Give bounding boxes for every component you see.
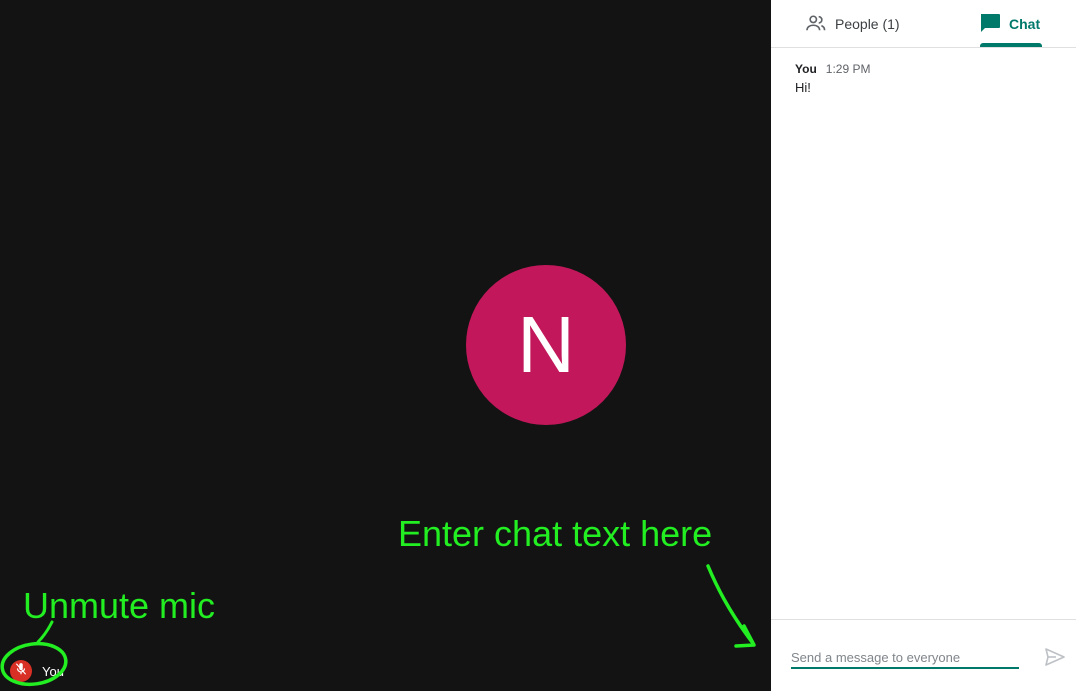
tab-chat-label: Chat <box>1009 16 1041 32</box>
chat-hint-annotation: Enter chat text here <box>398 513 713 554</box>
message-time: 1:29 PM <box>825 62 871 76</box>
tab-people[interactable]: People (1) <box>805 0 900 48</box>
tab-chat[interactable]: Chat <box>979 0 1040 48</box>
active-tab-indicator <box>980 43 1042 47</box>
panel-tabs: People (1) Chat <box>771 0 1076 48</box>
people-icon <box>805 14 827 35</box>
message-sender: You <box>795 62 817 76</box>
tab-people-label: People (1) <box>835 16 900 32</box>
side-panel: People (1) Chat You 1:29 PM Hi! <box>771 0 1076 691</box>
self-name-label: You <box>42 663 64 679</box>
send-button[interactable] <box>1043 647 1067 671</box>
mic-off-icon <box>14 662 28 681</box>
chat-composer <box>771 619 1076 691</box>
mic-hint-annotation: Unmute mic <box>23 585 216 626</box>
message-text: Hi! <box>795 80 811 95</box>
chat-message: You 1:29 PM Hi! <box>795 62 1055 95</box>
self-tile: You <box>10 660 64 682</box>
chat-message-input[interactable] <box>791 647 1019 669</box>
participant-avatar: N <box>466 265 626 425</box>
unmute-mic-button[interactable] <box>10 660 32 682</box>
message-header: You 1:29 PM <box>795 62 1055 76</box>
send-icon <box>1045 647 1065 671</box>
chat-icon <box>979 13 1001 36</box>
message-list: You 1:29 PM Hi! <box>795 62 1055 95</box>
meeting-screen: N You Enter chat text here Unmute mic Pe… <box>0 0 1076 691</box>
